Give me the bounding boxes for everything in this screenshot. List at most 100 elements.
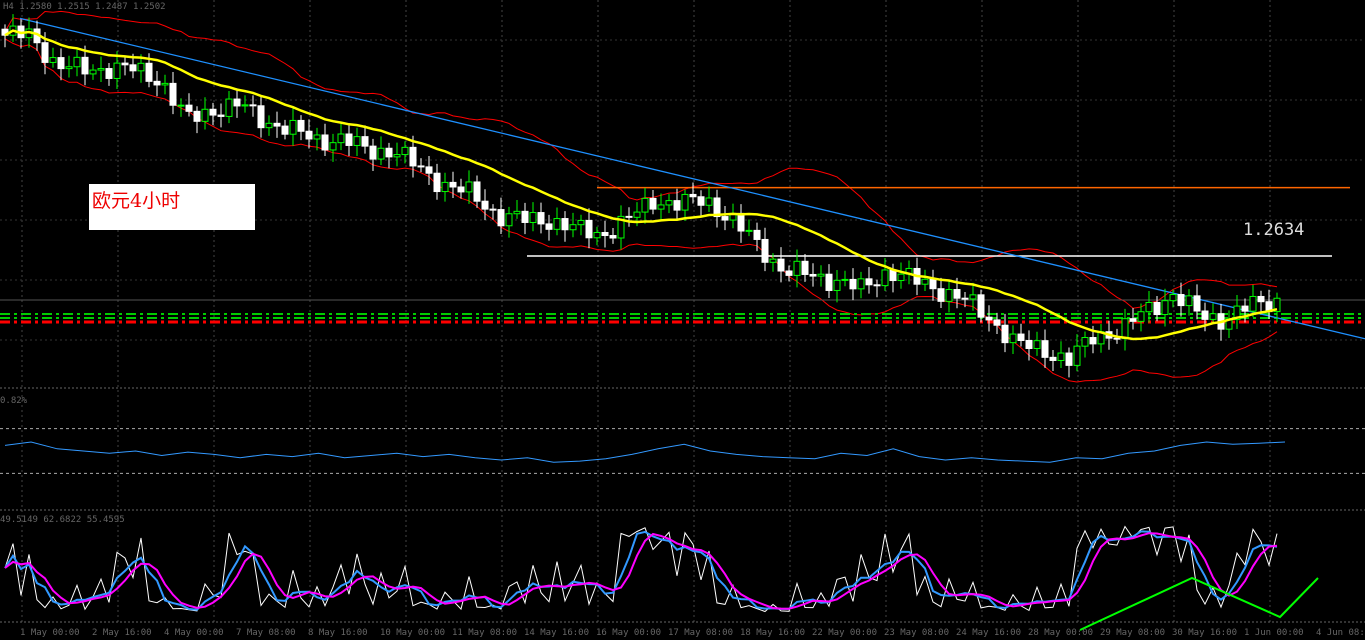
candle-bull: [897, 273, 905, 282]
candle-bull: [1081, 337, 1089, 347]
candle-bear: [121, 62, 129, 66]
candle-bull: [553, 218, 561, 230]
time-axis-label: 23 May 08:00: [884, 628, 950, 638]
candle-bull: [377, 147, 385, 160]
candle-bear: [649, 197, 657, 210]
candle-bull: [265, 122, 273, 129]
candle-bear: [985, 316, 993, 321]
time-axis-label: 4 Jun 08:00: [1316, 628, 1365, 638]
candle-bull: [97, 68, 105, 71]
candle-bear: [1041, 340, 1049, 358]
candle-bear: [585, 219, 593, 239]
candle-bear: [721, 216, 729, 221]
candle-bull: [817, 273, 825, 277]
time-axis-label: 18 May 16:00: [740, 628, 806, 638]
candle-bear: [281, 125, 289, 135]
time-axis-label: 8 May 16:00: [308, 628, 368, 638]
candle-bear: [545, 223, 553, 230]
candle-bear: [145, 62, 153, 82]
candle-bear: [737, 212, 745, 232]
candle-bear: [481, 200, 489, 210]
candle-bear: [169, 82, 177, 106]
candle-bear: [193, 110, 201, 122]
candle-bear: [1177, 294, 1185, 307]
time-axis-label: 14 May 16:00: [524, 628, 590, 638]
candle-bear: [1065, 352, 1073, 366]
candle-bear: [1201, 310, 1209, 320]
time-axis-label: 10 May 00:00: [380, 628, 446, 638]
candle-bear: [321, 134, 329, 151]
candle-bear: [521, 210, 529, 223]
candle-bull: [137, 62, 145, 72]
candle-bull: [337, 133, 345, 144]
candle-bull: [569, 224, 577, 231]
stochastic-main: [4, 525, 1278, 613]
price-chart[interactable]: [0, 0, 1365, 640]
candle-bear: [1089, 337, 1097, 345]
candle-bull: [1033, 340, 1041, 349]
candle-bear: [785, 270, 793, 276]
candle-bull: [65, 66, 73, 70]
trend-line: [19, 17, 1365, 340]
candle-bear: [1049, 356, 1057, 361]
candle-bear: [209, 108, 217, 116]
candle-bear: [849, 278, 857, 290]
candle-bull: [665, 200, 673, 206]
candle-bull: [393, 154, 401, 158]
candle-bull: [89, 69, 97, 75]
candle-bull: [353, 136, 361, 146]
candle-bear: [345, 133, 353, 146]
candle-bear: [217, 114, 225, 117]
time-axis-label: 17 May 08:00: [668, 628, 734, 638]
time-axis-label: 2 May 16:00: [92, 628, 152, 638]
candle-bear: [801, 260, 809, 275]
candle-bull: [329, 142, 337, 151]
divergence-line: [1079, 576, 1319, 631]
candle-bull: [1137, 311, 1145, 322]
candle-bull: [1249, 295, 1257, 312]
candle-bear: [761, 238, 769, 263]
candle-bear: [433, 172, 441, 193]
candle-bear: [257, 105, 265, 129]
candle-bear: [361, 136, 369, 147]
candle-bull: [1185, 295, 1193, 307]
candle-bull: [641, 197, 649, 213]
time-axis-label: 7 May 08:00: [236, 628, 296, 638]
candle-bull: [49, 57, 57, 63]
candle-bear: [673, 200, 681, 211]
candle-bull: [241, 104, 249, 107]
candle-bear: [753, 229, 761, 240]
candle-bull: [681, 193, 689, 211]
candle-bear: [993, 319, 1001, 326]
candle-bear: [961, 297, 969, 300]
candle-bear: [977, 294, 985, 318]
candle-bear: [425, 166, 433, 174]
candle-bear: [57, 57, 65, 70]
stochastic-signal: [4, 530, 1278, 611]
annotation-box: 欧元4小时: [89, 184, 255, 230]
candle-bear: [1129, 318, 1137, 322]
candle-bull: [313, 134, 321, 140]
time-axis-label: 16 May 00:00: [596, 628, 662, 638]
time-axis-label: 29 May 08:00: [1100, 628, 1166, 638]
candle-bull: [113, 62, 121, 79]
candle-bear: [185, 104, 193, 112]
candle-bull: [513, 210, 521, 215]
candle-bull: [505, 213, 513, 227]
candle-bull: [841, 278, 849, 281]
candle-bear: [953, 289, 961, 299]
candle-bull: [857, 278, 865, 290]
candle-bear: [537, 212, 545, 225]
candle-bear: [1001, 324, 1009, 344]
candle-bear: [609, 235, 617, 239]
candle-bear: [81, 56, 89, 75]
candle-bull: [1145, 301, 1153, 313]
indicator1-label: 0.82%: [0, 396, 28, 406]
candle-bull: [945, 289, 953, 302]
time-axis-label: 1 Jun 00:00: [1244, 628, 1304, 638]
time-axis-label: 4 May 00:00: [164, 628, 224, 638]
time-axis-label: 11 May 08:00: [452, 628, 518, 638]
candle-bull: [881, 269, 889, 287]
candle-bear: [489, 208, 497, 211]
candle-bear: [449, 181, 457, 188]
